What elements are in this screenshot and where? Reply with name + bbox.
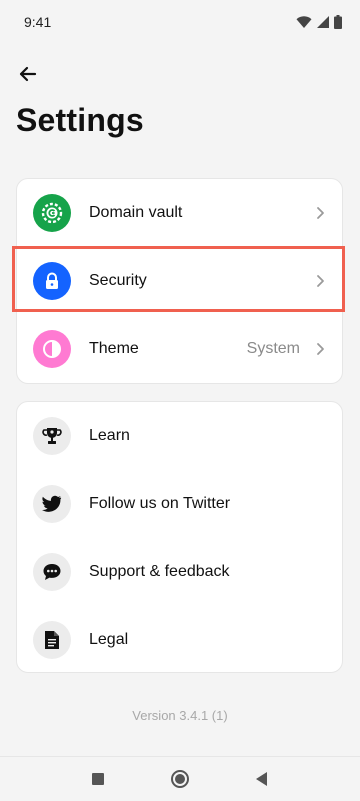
status-icons bbox=[296, 15, 342, 29]
home-circle-icon bbox=[171, 770, 189, 788]
wifi-icon bbox=[296, 16, 312, 28]
document-icon bbox=[33, 621, 71, 659]
back-nav-button[interactable] bbox=[252, 769, 272, 789]
version-text: Version 3.4.1 (1) bbox=[132, 708, 228, 723]
battery-icon bbox=[334, 15, 342, 29]
recents-square-icon bbox=[92, 773, 104, 785]
signal-icon bbox=[317, 16, 329, 28]
theme-icon bbox=[33, 330, 71, 368]
settings-item-security[interactable]: Security bbox=[17, 247, 344, 315]
settings-item-label: Domain vault bbox=[89, 204, 183, 221]
info-item-support[interactable]: Support & feedback bbox=[17, 538, 344, 606]
chevron-right-icon bbox=[317, 207, 324, 219]
back-button[interactable] bbox=[14, 60, 42, 88]
info-item-label: Learn bbox=[89, 427, 130, 444]
trophy-icon bbox=[33, 417, 71, 455]
status-time: 9:41 bbox=[24, 14, 52, 30]
recents-button[interactable] bbox=[88, 769, 108, 789]
chat-icon bbox=[33, 553, 71, 591]
domain-vault-icon bbox=[33, 194, 71, 232]
chevron-right-icon bbox=[317, 343, 324, 355]
lock-icon bbox=[33, 262, 71, 300]
system-nav-bar bbox=[0, 756, 360, 801]
back-triangle-icon bbox=[256, 772, 267, 786]
info-item-label: Legal bbox=[89, 631, 129, 648]
info-card: Learn Follow us on Twitter Support & fee… bbox=[16, 401, 343, 673]
home-button[interactable] bbox=[170, 769, 190, 789]
info-item-learn[interactable]: Learn bbox=[17, 402, 344, 470]
twitter-icon bbox=[33, 485, 71, 523]
status-bar: 9:41 bbox=[0, 0, 360, 44]
info-item-legal[interactable]: Legal bbox=[17, 606, 344, 674]
arrow-left-icon bbox=[19, 66, 37, 82]
settings-item-label: Security bbox=[89, 272, 147, 289]
settings-item-theme[interactable]: Theme System bbox=[17, 315, 344, 383]
info-item-label: Support & feedback bbox=[89, 563, 230, 580]
info-item-twitter[interactable]: Follow us on Twitter bbox=[17, 470, 344, 538]
theme-value: System bbox=[246, 340, 300, 357]
info-item-label: Follow us on Twitter bbox=[89, 495, 231, 512]
page-title: Settings bbox=[16, 102, 144, 138]
settings-card: Domain vault Security Theme System bbox=[16, 178, 343, 384]
settings-item-label: Theme bbox=[89, 340, 139, 357]
settings-item-domain-vault[interactable]: Domain vault bbox=[17, 179, 344, 247]
chevron-right-icon bbox=[317, 275, 324, 287]
